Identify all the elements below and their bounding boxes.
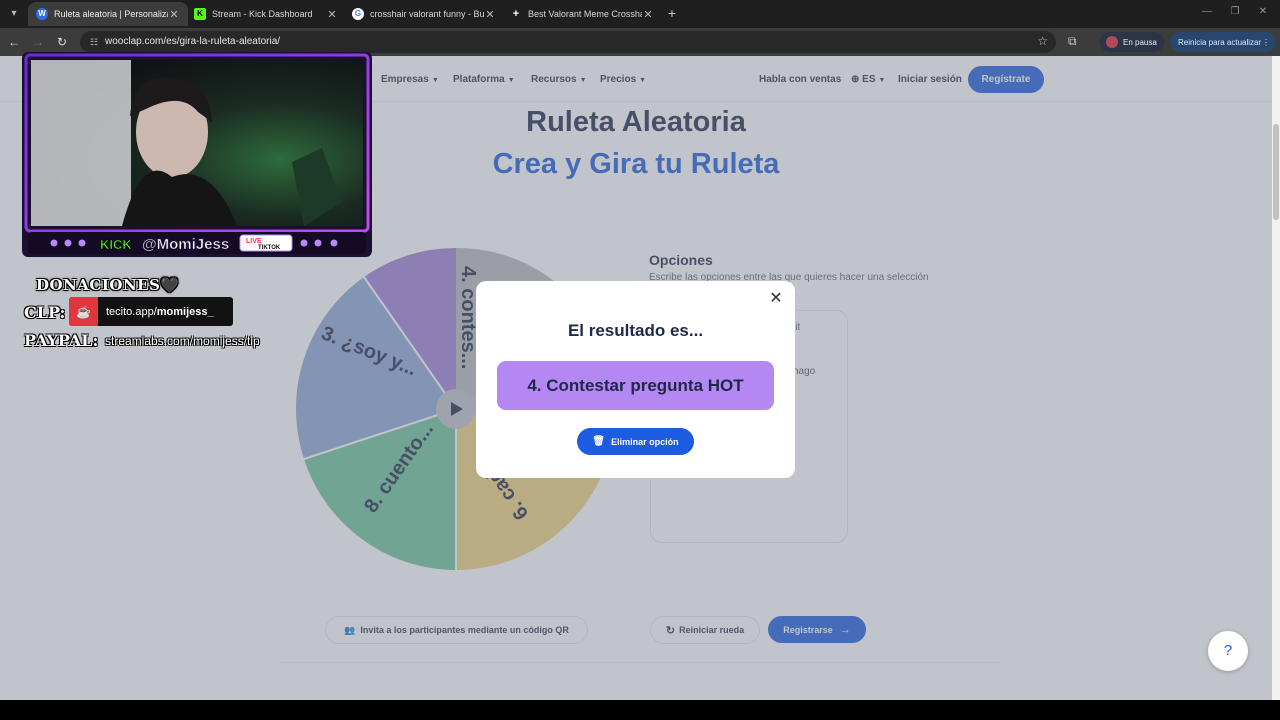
window-close-icon[interactable]: ✕ (1256, 6, 1270, 17)
help-button[interactable]: ? (1208, 631, 1248, 671)
site-info-icon[interactable]: ☷ (88, 36, 100, 48)
clp-label: CLP: (24, 303, 66, 322)
donations-title: DONACIONES🖤 (36, 276, 180, 294)
google-favicon-icon: G (352, 8, 364, 20)
tab-kick-dashboard[interactable]: K Stream - Kick Dashboard ✕ (186, 2, 346, 26)
nameplate-dot (330, 239, 338, 247)
bottom-bar (0, 700, 1280, 720)
delete-option-button[interactable]: 🗑 Eliminar opción (577, 428, 694, 455)
delete-label: Eliminar opción (611, 436, 679, 447)
browser-tabstrip: ▾ W Ruleta aleatoria | Personaliza y g ✕… (0, 0, 1280, 28)
tab-valorant-crosshairs[interactable]: + Best Valorant Meme Crosshairs ✕ (502, 2, 662, 26)
tecito-url: tecito.app/momijess_ (98, 306, 214, 318)
forward-arrow-icon[interactable]: → (30, 34, 46, 50)
tab-label: Best Valorant Meme Crosshairs (528, 9, 642, 19)
extensions-puzzle-icon[interactable]: ⧉ (1068, 34, 1077, 49)
webcam-overlay: KICK @MomiJess LIVE TIKTOK (22, 52, 372, 257)
update-label: Reinicia para actualizar (1178, 37, 1262, 47)
result-heading: El resultado es... (567, 321, 704, 340)
kick-logo-text: KICK (100, 237, 132, 252)
tab-ruleta[interactable]: W Ruleta aleatoria | Personaliza y g ✕ (28, 2, 188, 26)
cam-background-wall (31, 60, 131, 226)
update-button[interactable]: Reinicia para actualizar ⋮ (1170, 32, 1276, 52)
tiktok-label-text: TIKTOK (258, 245, 281, 251)
result-modal: ✕ El resultado es... 4. Contestar pregun… (476, 281, 795, 478)
wooclap-favicon-icon: W (36, 8, 48, 20)
profile-status-label: En pausa (1123, 37, 1157, 47)
close-icon[interactable]: ✕ (326, 8, 338, 21)
nameplate-dot (314, 239, 322, 247)
profile-pause-button[interactable]: En pausa (1100, 32, 1164, 52)
avatar (1106, 36, 1118, 48)
close-icon[interactable]: ✕ (484, 8, 496, 21)
restore-icon[interactable]: ❐ (1228, 6, 1242, 17)
back-arrow-icon[interactable]: ← (6, 34, 22, 50)
stream-handle: @MomiJess (142, 236, 229, 253)
trash-icon: 🗑 (592, 436, 606, 447)
nameplate-dot (50, 239, 58, 247)
close-icon[interactable]: ✕ (168, 8, 180, 21)
reload-icon[interactable]: ↻ (54, 34, 70, 50)
new-tab-icon[interactable]: + (664, 5, 680, 21)
tiktok-live-text: LIVE (246, 238, 262, 245)
tab-label: Ruleta aleatoria | Personaliza y g (54, 9, 168, 19)
tab-label: crosshair valorant funny - Busca (370, 9, 484, 19)
paypal-link: streamlabs.com/momijess/tip (105, 334, 260, 348)
nameplate-dot (300, 239, 308, 247)
tecito-link: ☕ tecito.app/momijess_ (69, 297, 233, 326)
tecito-cup-icon: ☕ (69, 297, 98, 326)
bookmark-star-icon[interactable]: ☆ (1037, 34, 1048, 48)
scrollbar-thumb[interactable] (1273, 124, 1279, 220)
screen: ▾ W Ruleta aleatoria | Personaliza y g ✕… (0, 0, 1280, 720)
tecito-prefix: tecito.app/ (106, 305, 157, 318)
tab-label: Stream - Kick Dashboard (212, 9, 313, 19)
address-bar[interactable]: ☷ wooclap.com/es/gira-la-ruleta-aleatori… (80, 31, 1056, 53)
tab-search-icon[interactable]: ▾ (4, 4, 24, 24)
tab-google-search[interactable]: G crosshair valorant funny - Busca ✕ (344, 2, 504, 26)
kick-favicon-icon: K (194, 8, 206, 20)
nameplate-dot (64, 239, 72, 247)
result-value: 4. Contestar pregunta HOT (497, 361, 774, 410)
plus-favicon-icon: + (512, 8, 520, 20)
tecito-user: momijess_ (156, 305, 214, 318)
close-icon[interactable]: ✕ (768, 291, 784, 307)
url-text: wooclap.com/es/gira-la-ruleta-aleatoria/ (105, 36, 281, 47)
close-icon[interactable]: ✕ (642, 8, 654, 21)
nameplate-dot (78, 239, 86, 247)
paypal-label: PAYPAL: (24, 331, 99, 350)
page-scrollbar[interactable] (1272, 56, 1280, 700)
menu-dots-icon: ⋮ (1262, 37, 1270, 47)
minimize-icon[interactable]: — (1200, 6, 1214, 17)
